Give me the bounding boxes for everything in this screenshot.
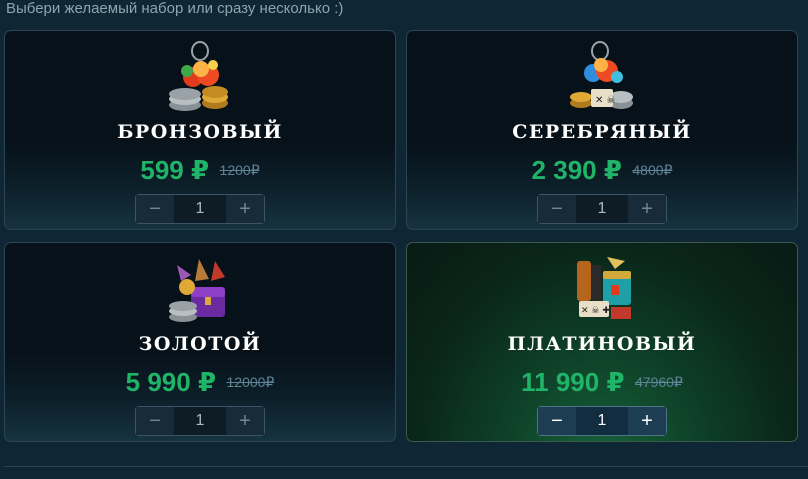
silver-pack-icon: ✕ ☠ (570, 41, 633, 109)
old-price: 47960₽ (635, 374, 683, 390)
current-price: 2 390 ₽ (531, 155, 622, 185)
decrease-button[interactable]: − (538, 407, 576, 435)
quantity-stepper: − 1 + (537, 406, 667, 436)
current-price: 599 ₽ (140, 155, 210, 185)
pack-card-bronze[interactable]: БРОНЗОВЫЙ 599 ₽ 1200₽ − 1 + (4, 30, 396, 230)
section-divider (4, 466, 808, 467)
current-price: 11 990 ₽ (521, 367, 625, 397)
increase-button[interactable]: + (628, 407, 666, 435)
quantity-stepper: − 1 + (135, 406, 265, 436)
increase-button[interactable]: + (226, 407, 264, 435)
price-row: 2 390 ₽ 4800₽ (407, 155, 797, 186)
price-row: 11 990 ₽ 47960₽ (407, 367, 797, 398)
pack-card-silver[interactable]: ✕ ☠ СЕРЕБРЯНЫЙ 2 390 ₽ 4800₽ − 1 + (406, 30, 798, 230)
decrease-button[interactable]: − (136, 407, 174, 435)
page-hint: Выбери желаемый набор или сразу нескольк… (6, 0, 344, 17)
old-price: 1200₽ (219, 162, 260, 178)
quantity-value[interactable]: 1 (576, 407, 628, 435)
price-row: 5 990 ₽ 12000₽ (5, 367, 395, 398)
pack-title: БРОНЗОВЫЙ (117, 121, 283, 143)
quantity-value[interactable]: 1 (174, 195, 226, 223)
decrease-button[interactable]: − (538, 195, 576, 223)
quantity-value[interactable]: 1 (174, 407, 226, 435)
bronze-pack-icon (169, 41, 228, 111)
svg-text:✕ ☠ ✚: ✕ ☠ ✚ (581, 306, 610, 316)
increase-button[interactable]: + (226, 195, 264, 223)
decrease-button[interactable]: − (136, 195, 174, 223)
quantity-stepper: − 1 + (135, 194, 265, 224)
gold-pack-icon (169, 259, 225, 322)
pack-card-platinum[interactable]: ✕ ☠ ✚ ПЛАТИНОВЫЙ 11 990 ₽ 47960₽ − 1 + (406, 242, 798, 442)
svg-text:✕ ☠: ✕ ☠ (595, 95, 616, 106)
pack-title: ЗОЛОТОЙ (138, 333, 262, 355)
quantity-stepper: − 1 + (537, 194, 667, 224)
quantity-value[interactable]: 1 (576, 195, 628, 223)
old-price: 12000₽ (226, 374, 275, 390)
pack-title: СЕРЕБРЯНЫЙ (512, 121, 692, 143)
old-price: 4800₽ (632, 162, 673, 178)
current-price: 5 990 ₽ (125, 367, 217, 397)
platinum-pack-icon: ✕ ☠ ✚ (577, 257, 631, 319)
pack-card-gold[interactable]: ЗОЛОТОЙ 5 990 ₽ 12000₽ − 1 + (4, 242, 396, 442)
price-row: 599 ₽ 1200₽ (5, 155, 395, 186)
pack-title: ПЛАТИНОВЫЙ (507, 333, 697, 355)
increase-button[interactable]: + (628, 195, 666, 223)
